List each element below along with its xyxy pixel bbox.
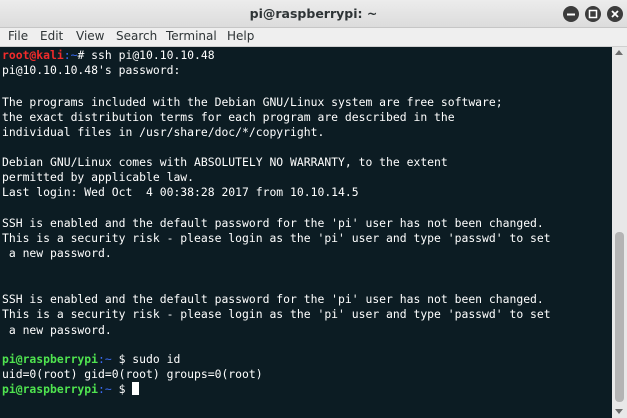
- minimize-icon: [567, 13, 575, 16]
- prompt-user: pi@raspberrypi: [2, 382, 99, 396]
- window-title: pi@raspberrypi: ~: [249, 6, 378, 21]
- maximize-icon: [588, 9, 598, 19]
- terminal-line: The programs included with the Debian GN…: [2, 95, 503, 109]
- prompt-user: root@kali: [2, 48, 64, 62]
- command-text: # ssh pi@10.10.10.48: [77, 48, 215, 62]
- scroll-down-icon[interactable]: [615, 409, 623, 414]
- terminal-line: permitted by applicable law.: [2, 170, 195, 184]
- terminal-line: Debian GNU/Linux comes with ABSOLUTELY N…: [2, 155, 448, 169]
- terminal-line: individual files in /usr/share/doc/*/cop…: [2, 125, 325, 139]
- menu-search[interactable]: Search: [116, 29, 157, 43]
- menu-bar: File Edit View Search Terminal Help: [0, 28, 627, 47]
- terminal-line: This is a security risk - please login a…: [2, 307, 551, 321]
- prompt-path: :~: [98, 352, 112, 366]
- close-button[interactable]: [607, 6, 623, 22]
- scrollbar-thumb[interactable]: [615, 232, 624, 402]
- terminal-window: pi@raspberrypi: ~ File Edit View Search …: [0, 0, 627, 418]
- prompt-user: pi@raspberrypi: [2, 352, 99, 366]
- terminal-line: This is a security risk - please login a…: [2, 231, 551, 245]
- terminal-line: root@kali:~# ssh pi@10.10.10.48: [2, 48, 215, 62]
- text-cursor: [132, 382, 140, 395]
- terminal-line: a new password.: [2, 246, 112, 260]
- menu-view[interactable]: View: [76, 29, 104, 43]
- terminal-line: the exact distribution terms for each pr…: [2, 110, 455, 124]
- terminal-line: a new password.: [2, 323, 112, 337]
- title-bar[interactable]: pi@raspberrypi: ~: [0, 0, 627, 28]
- menu-file[interactable]: File: [8, 29, 28, 43]
- scroll-up-icon[interactable]: [615, 50, 623, 55]
- menu-edit[interactable]: Edit: [40, 29, 63, 43]
- command-text: $: [111, 382, 133, 396]
- terminal-line: pi@raspberrypi:~ $ sudo id: [2, 352, 180, 366]
- prompt-path: :~: [98, 382, 112, 396]
- terminal-line: Last login: Wed Oct 4 00:38:28 2017 from…: [2, 185, 359, 199]
- terminal-line: uid=0(root) gid=0(root) groups=0(root): [2, 367, 263, 381]
- terminal-output[interactable]: root@kali:~# ssh pi@10.10.10.48 pi@10.10…: [0, 47, 612, 418]
- prompt-path: :~: [63, 48, 78, 62]
- terminal-line: pi@raspberrypi:~ $: [2, 382, 140, 396]
- terminal-line: pi@10.10.10.48's password:: [2, 63, 181, 77]
- command-text: $ sudo id: [111, 352, 181, 366]
- menu-terminal[interactable]: Terminal: [166, 29, 217, 43]
- minimize-button[interactable]: [563, 6, 579, 22]
- maximize-button[interactable]: [585, 6, 601, 22]
- close-icon: [611, 10, 619, 18]
- terminal-line: SSH is enabled and the default password …: [2, 216, 544, 230]
- terminal-line: SSH is enabled and the default password …: [2, 292, 544, 306]
- vertical-scrollbar[interactable]: [612, 47, 627, 418]
- menu-help[interactable]: Help: [227, 29, 254, 43]
